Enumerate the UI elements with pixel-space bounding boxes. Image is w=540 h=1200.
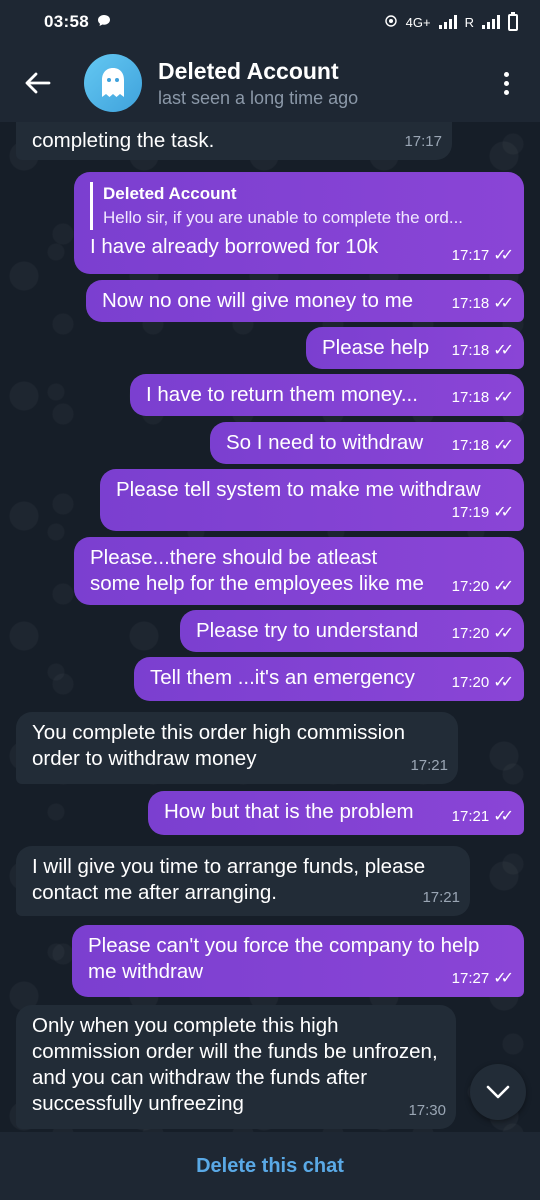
message-meta: 17:21: [422, 885, 460, 911]
last-seen-status: last seen a long time ago: [158, 87, 359, 108]
double-check-icon: ✓✓: [493, 437, 514, 454]
message-time: 17:21: [422, 889, 460, 906]
message-meta: 17:18 ✓✓: [452, 385, 514, 411]
signal-icon-2: [482, 15, 500, 29]
message-time: 17:21: [451, 808, 490, 825]
message-meta: 17:18 ✓✓: [452, 433, 514, 459]
avatar[interactable]: [84, 54, 142, 112]
message-time: 17:20: [451, 625, 490, 642]
double-check-icon: ✓✓: [493, 578, 514, 595]
message-outgoing[interactable]: Please try to understand 17:20 ✓✓: [180, 610, 524, 652]
roaming-label: R: [464, 14, 474, 30]
double-check-icon: ✓✓: [493, 674, 514, 691]
reply-author: Deleted Account: [103, 184, 237, 203]
message-text: Now no one will give money to me: [102, 289, 414, 312]
double-check-icon: ✓✓: [493, 504, 514, 521]
message-outgoing[interactable]: I have to return them money... 17:18 ✓✓: [130, 374, 524, 416]
message-outgoing[interactable]: Tell them ...it's an emergency 17:20 ✓✓: [134, 657, 524, 701]
message-time: 17:20: [451, 578, 490, 595]
chat-header: Deleted Account last seen a long time ag…: [0, 44, 540, 122]
message-outgoing[interactable]: Please...there should be atleast some he…: [74, 537, 524, 605]
message-time: 17:19: [451, 504, 490, 521]
message-time: 17:18: [451, 437, 490, 454]
message-time: 17:18: [451, 295, 490, 312]
double-check-icon: ✓✓: [493, 295, 514, 312]
message-meta: 17:21 ✓✓: [452, 804, 514, 830]
network-label: 4G+: [405, 14, 431, 30]
message-outgoing[interactable]: Please can't you force the company to he…: [72, 925, 524, 997]
bottom-action-bar: Delete this chat: [0, 1132, 540, 1200]
message-meta: 17:18 ✓✓: [452, 291, 514, 317]
message-outgoing[interactable]: Deleted Account Hello sir, if you are un…: [74, 172, 524, 274]
scroll-to-bottom-button[interactable]: [470, 1064, 526, 1120]
message-meta: 17:20 ✓✓: [452, 670, 514, 696]
message-meta: 17:19 ✓✓: [452, 500, 514, 526]
message-time: 17:30: [408, 1102, 446, 1119]
double-check-icon: ✓✓: [493, 389, 514, 406]
message-time: 17:17: [404, 133, 442, 150]
reply-quote[interactable]: Deleted Account Hello sir, if you are un…: [90, 182, 510, 230]
arrow-left-icon: [25, 72, 51, 94]
message-text: You complete this order high commission …: [32, 721, 405, 770]
message-incoming[interactable]: You complete this order high commission …: [16, 712, 458, 784]
delete-chat-button[interactable]: Delete this chat: [196, 1155, 344, 1178]
message-meta: 17:30: [408, 1098, 446, 1124]
message-time: 17:18: [451, 342, 490, 359]
hotspot-icon: [384, 14, 398, 31]
message-text: Please can't you force the company to he…: [88, 934, 480, 983]
message-text: Only when you complete this high commiss…: [32, 1014, 438, 1115]
ghost-icon: [102, 68, 124, 97]
message-meta: 17:17: [404, 129, 442, 155]
back-button[interactable]: [20, 65, 56, 101]
message-meta: 17:21: [410, 753, 448, 779]
message-outgoing[interactable]: So I need to withdraw 17:18 ✓✓: [210, 422, 524, 464]
message-text: I have already borrowed for 10k: [90, 235, 379, 258]
message-meta: 17:20 ✓✓: [452, 574, 514, 600]
message-outgoing[interactable]: Please tell system to make me withdraw 1…: [100, 469, 524, 531]
message-text: I will give you time to arrange funds, p…: [32, 855, 426, 904]
message-time: 17:17: [451, 247, 490, 264]
more-vertical-icon: [503, 71, 509, 77]
reply-snippet: Hello sir, if you are unable to complete…: [103, 208, 464, 227]
double-check-icon: ✓✓: [493, 247, 514, 264]
message-outgoing[interactable]: Now no one will give money to me 17:18 ✓✓: [86, 280, 524, 322]
message-time: 17:21: [410, 757, 448, 774]
message-text: completing the task.: [32, 129, 215, 152]
more-menu-button[interactable]: [494, 63, 518, 103]
message-time: 17:27: [451, 970, 490, 987]
message-outgoing[interactable]: Please help 17:18 ✓✓: [306, 327, 524, 369]
double-check-icon: ✓✓: [493, 342, 514, 359]
status-indicators: 4G+ R: [384, 11, 518, 31]
message-outgoing[interactable]: How but that is the problem 17:21 ✓✓: [148, 791, 524, 835]
message-time: 17:20: [451, 674, 490, 691]
battery-icon: [508, 11, 518, 31]
signal-icon: [438, 15, 457, 29]
message-meta: 17:27 ✓✓: [452, 966, 514, 992]
double-check-icon: ✓✓: [493, 625, 514, 642]
chat-title-block[interactable]: Deleted Account last seen a long time ag…: [158, 58, 358, 109]
message-incoming[interactable]: I will give you time to arrange funds, p…: [16, 846, 470, 916]
chat-bubble-icon: [97, 14, 111, 30]
message-meta: 17:20 ✓✓: [452, 621, 514, 647]
message-meta: 17:17 ✓✓: [452, 243, 514, 269]
double-check-icon: ✓✓: [493, 808, 514, 825]
status-bar: 03:58 4G+ R: [0, 0, 540, 44]
status-time: 03:58: [44, 12, 89, 31]
message-text: Please...there should be atleast some he…: [90, 546, 424, 595]
message-incoming[interactable]: Only when you complete this high commiss…: [16, 1005, 456, 1129]
chevron-down-icon: [486, 1085, 510, 1099]
double-check-icon: ✓✓: [493, 970, 514, 987]
chat-title: Deleted Account: [158, 57, 339, 84]
message-meta: 17:18 ✓✓: [452, 338, 514, 364]
message-time: 17:18: [451, 389, 490, 406]
